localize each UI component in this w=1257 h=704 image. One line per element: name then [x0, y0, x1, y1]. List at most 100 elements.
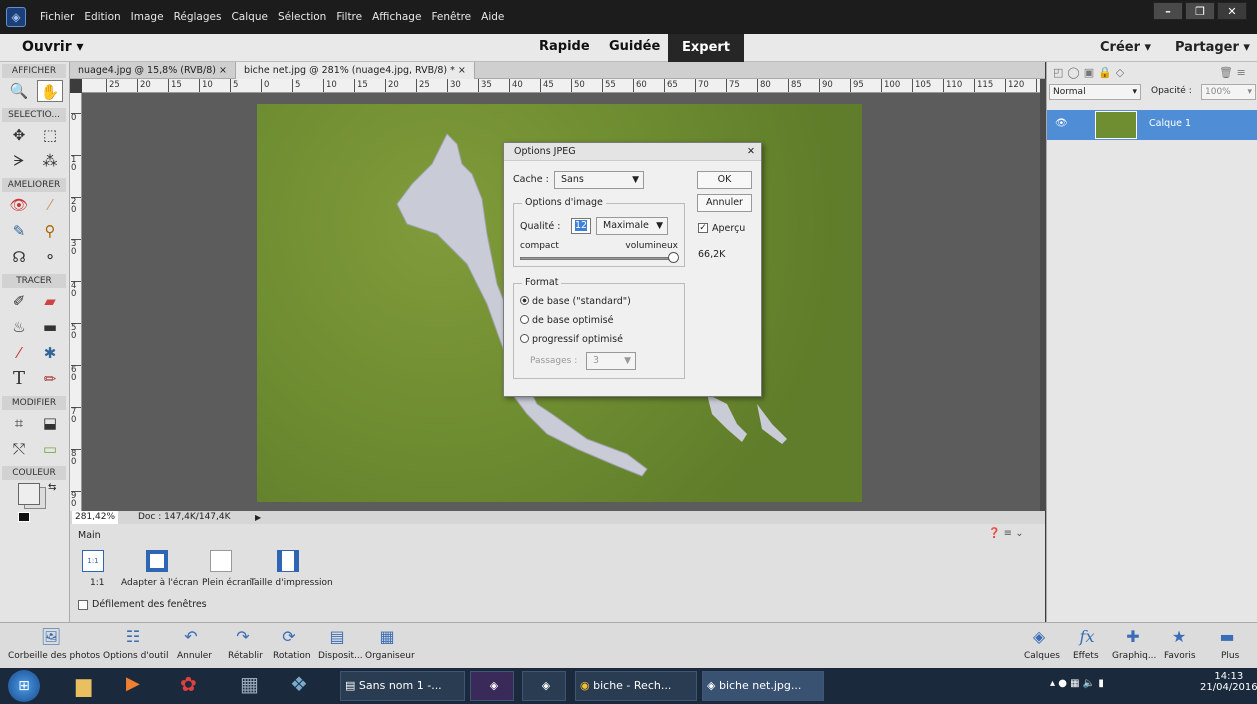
tool-options-button[interactable]: Options d'outil	[103, 651, 169, 661]
custom-shape-icon[interactable]: ✱	[37, 342, 63, 364]
menu-image[interactable]: Image	[131, 11, 164, 23]
cache-select[interactable]: Sans ▼	[554, 171, 644, 189]
magic-wand-tool-icon[interactable]: ⁂	[37, 150, 63, 172]
taskbar-clock[interactable]: 14:13 21/04/2016	[1200, 671, 1257, 693]
move-tool-icon[interactable]: ✥	[6, 124, 32, 146]
content-aware-move-icon[interactable]: ⤲	[6, 438, 32, 460]
open-button[interactable]: Ouvrir ▾	[22, 39, 84, 55]
rotate-button[interactable]: Rotation	[273, 651, 311, 661]
start-button-icon[interactable]: ⊞	[8, 670, 40, 702]
effects-button[interactable]: Effets	[1073, 651, 1099, 661]
favorites-button[interactable]: Favoris	[1164, 651, 1196, 661]
taskbar-elements-icon[interactable]: ◈	[522, 671, 566, 701]
cancel-button[interactable]: Annuler	[697, 194, 752, 212]
close-button[interactable]: ✕	[1217, 2, 1247, 20]
redo-button[interactable]: Rétablir	[228, 651, 263, 661]
organizer-icon[interactable]: ▦	[376, 627, 398, 647]
organizer-button[interactable]: Organiseur	[365, 651, 415, 661]
effects-icon[interactable]: fx	[1076, 627, 1098, 647]
menu-reglages[interactable]: Réglages	[174, 11, 222, 23]
menu-selection[interactable]: Sélection	[278, 11, 326, 23]
red-eye-tool-icon[interactable]: 👁	[6, 194, 32, 216]
eyedropper-tool-icon[interactable]: ⁄	[6, 342, 32, 364]
photos-app-icon[interactable]: ✿	[180, 672, 197, 696]
blend-mode-select[interactable]: Normal ▾	[1049, 84, 1141, 100]
restore-button[interactable]: ❐	[1185, 2, 1215, 20]
sponge-tool-icon[interactable]: ⚬	[37, 246, 63, 268]
more-button[interactable]: Plus	[1221, 651, 1239, 661]
healing-brush-icon[interactable]: ⁄	[37, 194, 63, 216]
trash-icon[interactable]: 🗑 ≡	[1219, 66, 1246, 79]
calculator-icon[interactable]: ▦	[240, 672, 259, 696]
tool-options-icon[interactable]: ☷	[122, 627, 144, 647]
share-button[interactable]: Partager ▾	[1175, 40, 1250, 55]
quality-input[interactable]: 12	[571, 218, 591, 234]
taskbar-item-sans-nom[interactable]: ▤ Sans nom 1 -...	[340, 671, 465, 701]
media-player-icon[interactable]: ▶	[126, 673, 140, 694]
quality-preset-select[interactable]: Maximale ▼	[596, 217, 668, 235]
favorites-icon[interactable]: ★	[1168, 627, 1190, 647]
blur-tool-icon[interactable]: ☊	[6, 246, 32, 268]
menu-calque[interactable]: Calque	[231, 11, 267, 23]
quality-slider-handle[interactable]	[668, 252, 679, 263]
layers-button[interactable]: Calques	[1024, 651, 1060, 661]
tray-icons[interactable]: ▴ ● ▦ 🔈 ▮	[1050, 678, 1104, 689]
full-screen-button[interactable]: Plein écran	[202, 578, 252, 588]
full-screen-icon[interactable]	[210, 550, 232, 572]
crop-tool-icon[interactable]: ⌗	[6, 412, 32, 434]
app-logo-icon[interactable]: ◈	[6, 7, 26, 27]
graphics-button[interactable]: Graphiq...	[1112, 651, 1156, 661]
gradient-tool-icon[interactable]: ▬	[37, 316, 63, 338]
menu-aide[interactable]: Aide	[481, 11, 504, 23]
preview-checkbox[interactable]: ✓	[698, 223, 708, 233]
layer-row-calque1[interactable]: 👁 Calque 1	[1047, 110, 1257, 140]
taskbar-premiere-icon[interactable]: ◈	[470, 671, 514, 701]
quality-slider-track[interactable]	[520, 257, 676, 260]
menu-fenetre[interactable]: Fenêtre	[431, 11, 471, 23]
brush-tool-icon[interactable]: ✐	[6, 290, 32, 312]
format-radio-progressive[interactable]: progressif optimisé	[520, 334, 623, 345]
eraser-tool-icon[interactable]: ▰	[37, 290, 63, 312]
ok-button[interactable]: OK	[697, 171, 752, 189]
scroll-windows-checkbox[interactable]	[78, 600, 88, 610]
format-radio-standard[interactable]: de base ("standard")	[520, 296, 631, 307]
layout-button[interactable]: Disposit...	[318, 651, 363, 661]
redo-icon[interactable]: ↷	[232, 627, 254, 647]
opacity-field[interactable]: 100% ▾	[1201, 84, 1256, 100]
photo-bin-button[interactable]: Corbeille des photos	[8, 651, 100, 661]
default-colors-icon[interactable]	[18, 512, 30, 522]
more-icon[interactable]: ▬	[1216, 627, 1238, 647]
format-radio-optimized[interactable]: de base optimisé	[520, 315, 613, 326]
smart-brush-icon[interactable]: ✎	[6, 220, 32, 242]
mode-expert[interactable]: Expert	[668, 34, 745, 62]
file-explorer-icon[interactable]: ▆	[76, 673, 91, 697]
tab-nuage4[interactable]: nuage4.jpg @ 15,8% (RVB/8) ×	[70, 62, 236, 79]
rotate-icon[interactable]: ⟳	[278, 627, 300, 647]
print-size-button[interactable]: Taille d'impression	[250, 578, 333, 588]
mode-rapide[interactable]: Rapide	[539, 39, 590, 54]
swap-colors-icon[interactable]: ⇆	[48, 482, 56, 493]
actual-pixels-button[interactable]: 1:1	[90, 578, 104, 588]
menu-affichage[interactable]: Affichage	[372, 11, 421, 23]
undo-button[interactable]: Annuler	[177, 651, 212, 661]
pencil-tool-icon[interactable]: ✏	[37, 368, 63, 390]
zoom-level[interactable]: 281,42%	[72, 511, 119, 524]
create-button[interactable]: Créer ▾	[1100, 40, 1151, 55]
arrow-right-icon[interactable]: ▶	[255, 511, 261, 524]
foreground-color-swatch[interactable]	[18, 483, 40, 505]
close-icon[interactable]: ×	[458, 65, 466, 76]
book-app-icon[interactable]: ❖	[290, 672, 308, 696]
paint-bucket-icon[interactable]: ♨	[6, 316, 32, 338]
fit-screen-icon[interactable]	[146, 550, 168, 572]
menu-edition[interactable]: Edition	[84, 11, 120, 23]
zoom-tool-icon[interactable]: 🔍	[6, 80, 32, 102]
menu-fichier[interactable]: Fichier	[40, 11, 74, 23]
help-menu-icon[interactable]: ❓ ≡ ⌄	[988, 528, 1024, 539]
menu-filtre[interactable]: Filtre	[336, 11, 362, 23]
marquee-tool-icon[interactable]: ⬚	[37, 124, 63, 146]
passes-select[interactable]: 3 ▼	[586, 352, 636, 370]
taskbar-item-chrome[interactable]: ◉ biche - Rech...	[575, 671, 697, 701]
layers-icon[interactable]: ◈	[1028, 627, 1050, 647]
text-tool-icon[interactable]: T	[6, 368, 32, 390]
recompose-tool-icon[interactable]: ⬓	[37, 412, 63, 434]
